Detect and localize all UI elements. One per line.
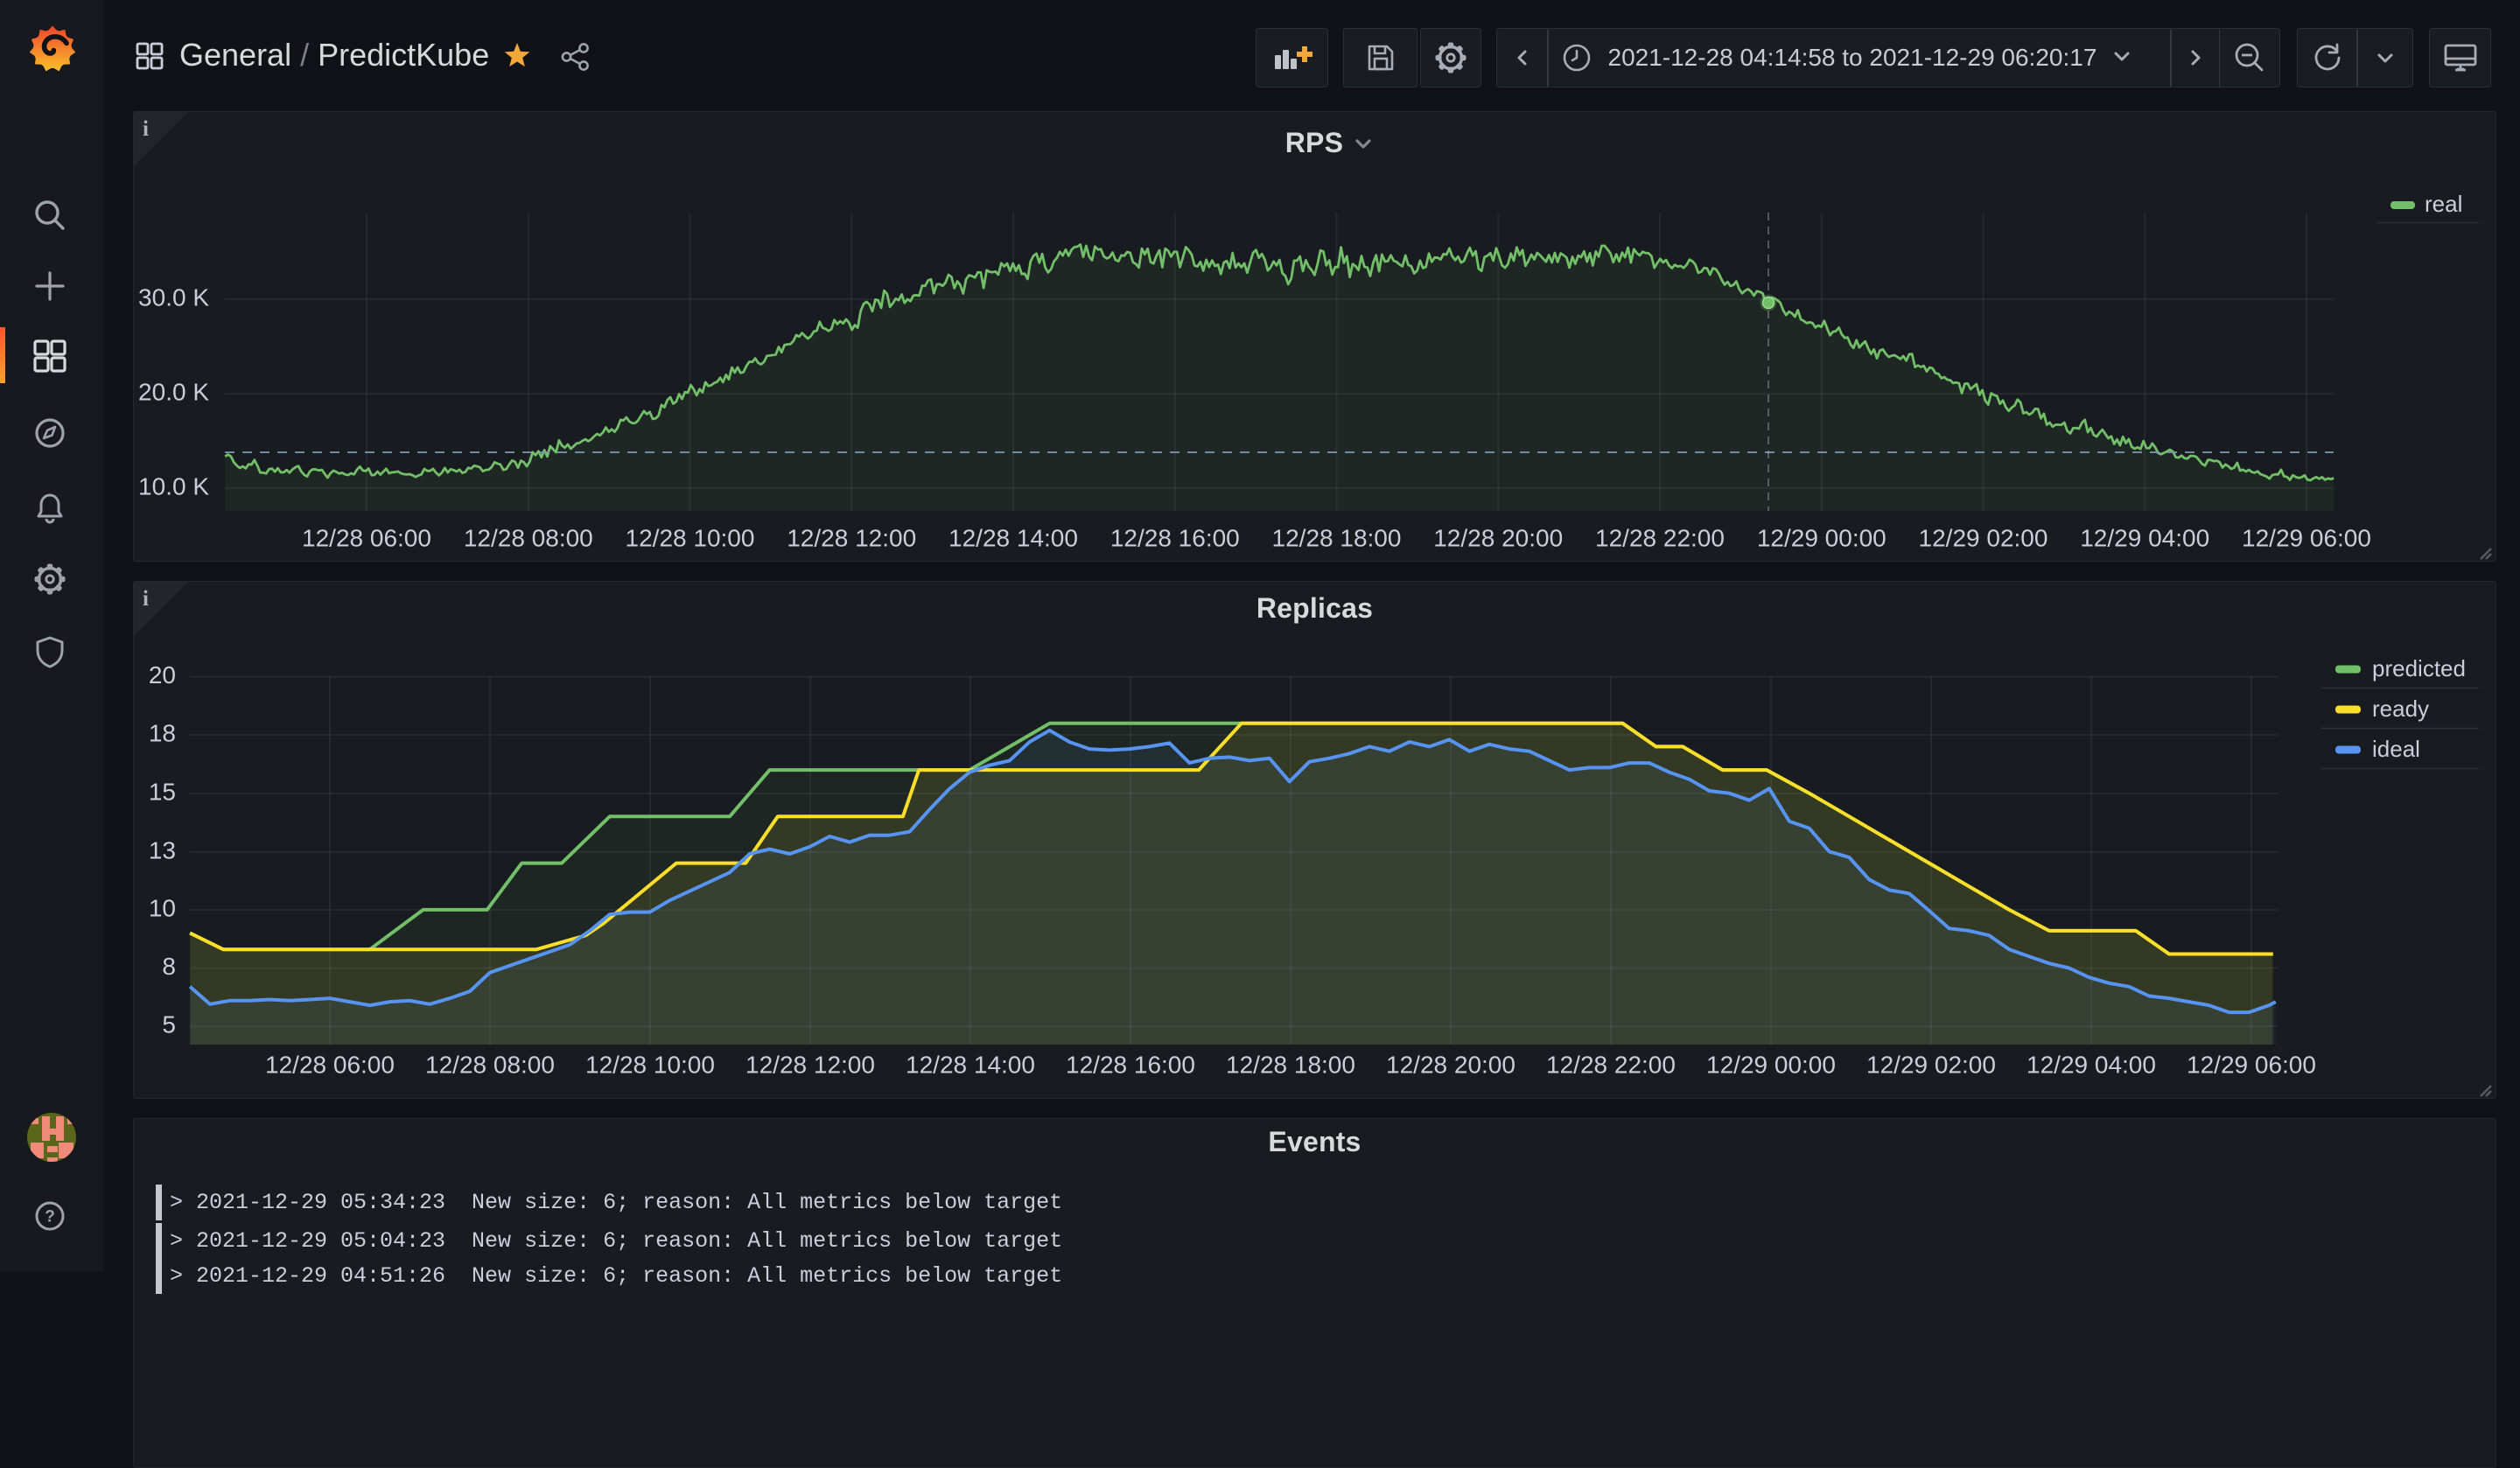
svg-text:5: 5 (162, 1010, 176, 1038)
svg-text:12/29 04:00: 12/29 04:00 (2026, 1051, 2156, 1078)
svg-text:12/28 16:00: 12/28 16:00 (1110, 524, 1240, 551)
svg-text:ready: ready (2372, 696, 2429, 722)
svg-text:18: 18 (149, 719, 176, 746)
svg-text:12/29 06:00: 12/29 06:00 (2187, 1051, 2316, 1078)
svg-text:10: 10 (149, 894, 176, 921)
svg-text:12/29 02:00: 12/29 02:00 (1919, 524, 2048, 551)
svg-text:12/28 06:00: 12/28 06:00 (265, 1051, 395, 1078)
svg-text:12/28 18:00: 12/28 18:00 (1226, 1051, 1355, 1078)
svg-text:12/28 14:00: 12/28 14:00 (906, 1051, 1035, 1078)
svg-text:12/29 02:00: 12/29 02:00 (1866, 1051, 1996, 1078)
svg-text:12/28 12:00: 12/28 12:00 (746, 1051, 875, 1078)
svg-text:12/29 00:00: 12/29 00:00 (1706, 1051, 1836, 1078)
svg-text:12/28 06:00: 12/28 06:00 (302, 524, 431, 551)
svg-text:12/29 04:00: 12/29 04:00 (2080, 524, 2209, 551)
svg-text:12/28 18:00: 12/28 18:00 (1272, 524, 1402, 551)
svg-text:12/29 00:00: 12/29 00:00 (1757, 524, 1886, 551)
svg-text:12/28 08:00: 12/28 08:00 (425, 1051, 555, 1078)
svg-text:12/28 22:00: 12/28 22:00 (1595, 524, 1725, 551)
svg-text:real: real (2425, 191, 2462, 217)
svg-text:20.0 K: 20.0 K (138, 378, 209, 405)
svg-text:30.0 K: 30.0 K (138, 283, 209, 311)
svg-text:12/28 10:00: 12/28 10:00 (585, 1051, 715, 1078)
svg-text:12/28 08:00: 12/28 08:00 (464, 524, 593, 551)
svg-text:12/28 20:00: 12/28 20:00 (1433, 524, 1563, 551)
svg-text:12/28 14:00: 12/28 14:00 (948, 524, 1078, 551)
svg-text:20: 20 (149, 661, 176, 689)
svg-text:12/28 22:00: 12/28 22:00 (1546, 1051, 1676, 1078)
svg-text:10.0 K: 10.0 K (138, 472, 209, 500)
svg-text:12/28 12:00: 12/28 12:00 (787, 524, 916, 551)
svg-text:?: ? (45, 1208, 55, 1227)
svg-text:8: 8 (162, 953, 176, 980)
svg-text:15: 15 (149, 778, 176, 805)
svg-text:predicted: predicted (2372, 655, 2466, 682)
svg-text:12/29 06:00: 12/29 06:00 (2242, 524, 2371, 551)
svg-text:13: 13 (149, 836, 176, 863)
svg-text:12/28 10:00: 12/28 10:00 (626, 524, 755, 551)
svg-text:ideal: ideal (2372, 736, 2420, 762)
svg-text:12/28 20:00: 12/28 20:00 (1386, 1051, 1516, 1078)
svg-text:12/28 16:00: 12/28 16:00 (1066, 1051, 1195, 1078)
